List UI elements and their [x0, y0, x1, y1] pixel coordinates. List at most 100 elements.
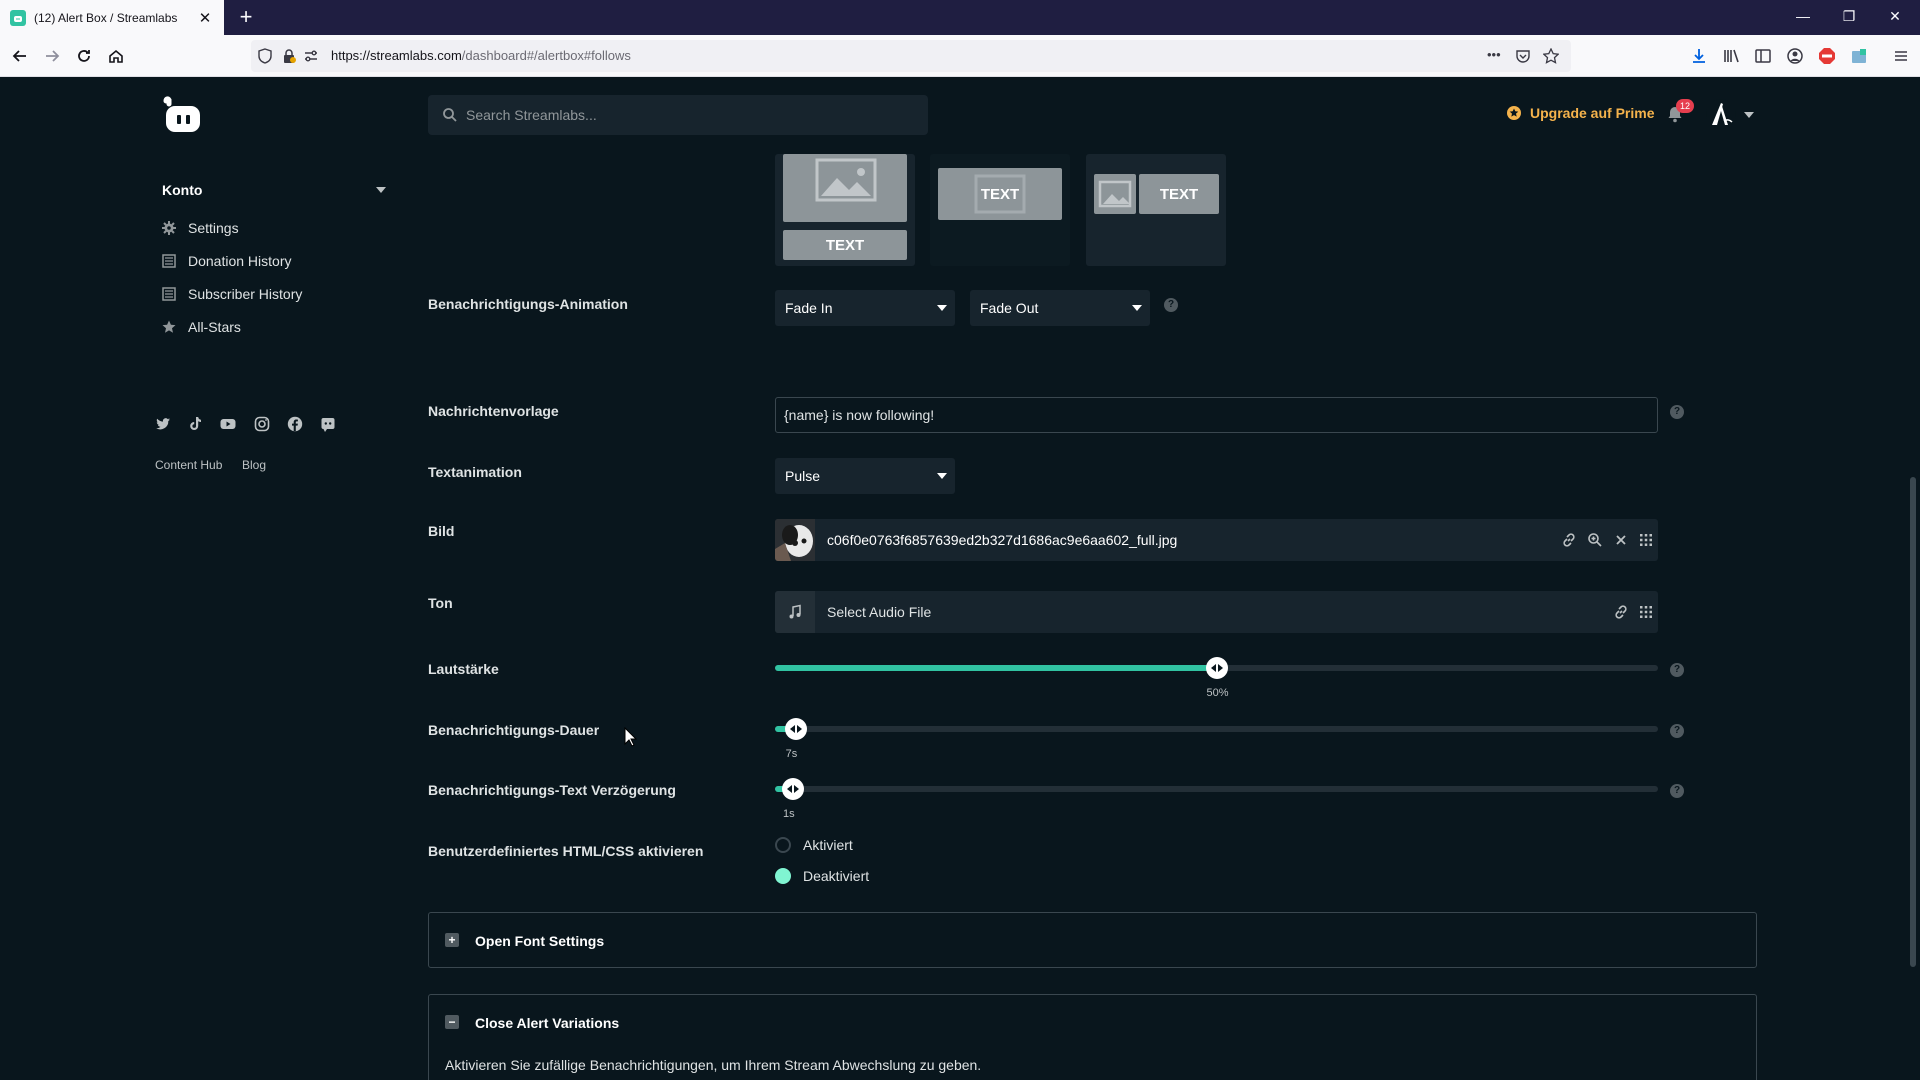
duration-slider-handle[interactable]: [784, 718, 807, 740]
help-icon[interactable]: ?: [1670, 784, 1684, 798]
volume-slider-handle[interactable]: [1205, 657, 1228, 679]
back-arrow-icon: [12, 50, 26, 62]
custom-html-label: Benutzerdefiniertes HTML/CSS aktivieren: [428, 843, 704, 859]
volume-value: 50%: [1206, 687, 1229, 699]
url-text[interactable]: https://streamlabs.com/dashboard#/alertb…: [331, 48, 631, 63]
close-window-button[interactable]: ✕: [1872, 0, 1918, 35]
text-animation-value: Pulse: [785, 468, 821, 484]
tab-close-icon[interactable]: ✕: [196, 9, 214, 27]
sidebar-section-konto[interactable]: Konto: [162, 182, 386, 198]
image-thumbnail: [775, 519, 815, 561]
page-scrollbar[interactable]: [1910, 477, 1916, 967]
chevron-down-icon[interactable]: [1744, 112, 1754, 118]
custom-html-radio-enabled[interactable]: Aktiviert: [775, 837, 853, 853]
help-icon[interactable]: ?: [1670, 405, 1684, 419]
streamlabs-logo-icon[interactable]: [160, 93, 204, 137]
audio-file-placeholder: Select Audio File: [827, 604, 932, 620]
help-icon[interactable]: ?: [1164, 298, 1178, 312]
duration-slider[interactable]: 7s: [775, 718, 1658, 760]
account-icon[interactable]: [1786, 47, 1804, 65]
layout-option-text-over-image[interactable]: TEXT: [930, 154, 1070, 266]
upgrade-prime-button[interactable]: Upgrade auf Prime: [1506, 105, 1654, 121]
forward-button[interactable]: [38, 42, 66, 70]
sidebar-item-all-stars[interactable]: All-Stars: [162, 319, 241, 335]
extension-icon[interactable]: [1850, 47, 1868, 65]
home-button[interactable]: [102, 42, 130, 70]
youtube-icon[interactable]: [220, 416, 236, 432]
reload-button[interactable]: [70, 42, 98, 70]
zoom-in-icon[interactable]: [1587, 532, 1603, 548]
grid-icon[interactable]: [1638, 532, 1654, 548]
chevron-down-icon: [1132, 305, 1142, 311]
image-file-selector[interactable]: c06f0e0763f6857639ed2b327d1686ac9e6aa602…: [775, 519, 1658, 561]
browser-nav-bar: https://streamlabs.com/dashboard#/alertb…: [0, 35, 1920, 77]
pocket-icon[interactable]: [1515, 48, 1531, 64]
page-actions-menu-icon[interactable]: •••: [1487, 47, 1501, 62]
layout-text-label: TEXT: [1139, 174, 1219, 214]
alert-variations-title[interactable]: Close Alert Variations: [475, 1015, 619, 1031]
text-animation-select[interactable]: Pulse: [775, 458, 955, 494]
layout-option-image-above-text[interactable]: TEXT: [775, 154, 915, 266]
close-icon[interactable]: [1613, 532, 1629, 548]
text-delay-slider[interactable]: 1s: [775, 778, 1658, 820]
font-settings-title[interactable]: Open Font Settings: [475, 933, 604, 949]
discord-icon[interactable]: [320, 416, 336, 432]
hamburger-menu-icon[interactable]: [1892, 47, 1910, 65]
font-settings-panel[interactable]: + Open Font Settings: [428, 912, 1757, 968]
url-host: https://streamlabs.com: [331, 48, 462, 63]
restore-button[interactable]: ❐: [1826, 0, 1872, 35]
facebook-icon[interactable]: [287, 416, 303, 432]
help-icon[interactable]: ?: [1670, 663, 1684, 677]
layout-option-image-beside-text[interactable]: TEXT: [1086, 154, 1226, 266]
forward-arrow-icon: [46, 50, 60, 62]
browser-tab-active[interactable]: (12) Alert Box / Streamlabs ✕: [0, 0, 224, 35]
audio-file-selector[interactable]: Select Audio File: [775, 591, 1658, 633]
text-delay-label: Benachrichtigungs-Text Verzögerung: [428, 782, 676, 798]
url-bar[interactable]: https://streamlabs.com/dashboard#/alertb…: [251, 40, 1571, 72]
minimize-button[interactable]: —: [1780, 0, 1826, 35]
star-icon: [162, 320, 176, 334]
adblock-extension-icon[interactable]: [1818, 47, 1836, 65]
custom-html-radio-disabled[interactable]: Deaktiviert: [775, 868, 869, 884]
link-icon[interactable]: [1613, 604, 1629, 620]
sidebar-item-label: Subscriber History: [188, 286, 303, 302]
sidebar-item-label: All-Stars: [188, 319, 241, 335]
tiktok-icon[interactable]: [187, 416, 203, 432]
grid-icon[interactable]: [1638, 604, 1654, 620]
radio-label: Deaktiviert: [803, 868, 870, 884]
message-template-input[interactable]: [775, 397, 1658, 433]
library-icon[interactable]: [1722, 47, 1740, 65]
expand-plus-icon[interactable]: +: [445, 933, 459, 947]
avatar[interactable]: [1706, 99, 1736, 129]
bookmark-star-icon[interactable]: [1543, 48, 1559, 64]
help-icon[interactable]: ?: [1670, 724, 1684, 738]
shield-icon[interactable]: [257, 48, 273, 64]
animation-in-select[interactable]: Fade In: [775, 290, 955, 326]
sidebar-toggle-icon[interactable]: [1754, 47, 1772, 65]
footer-link-content-hub[interactable]: Content Hub: [155, 458, 222, 472]
instagram-icon[interactable]: [254, 416, 270, 432]
back-button[interactable]: [6, 42, 34, 70]
twitter-icon[interactable]: [155, 416, 171, 432]
download-icon[interactable]: [1690, 47, 1708, 65]
search-input[interactable]: [466, 95, 906, 135]
lock-icon[interactable]: [281, 48, 297, 64]
new-tab-button[interactable]: +: [232, 4, 260, 32]
link-icon[interactable]: [1561, 532, 1577, 548]
search-box[interactable]: [428, 95, 928, 135]
gear-icon: [162, 221, 176, 235]
image-placeholder-icon: [1094, 174, 1136, 214]
sidebar-item-donation-history[interactable]: Donation History: [162, 253, 292, 269]
sidebar-item-subscriber-history[interactable]: Subscriber History: [162, 286, 302, 302]
animation-out-select[interactable]: Fade Out: [970, 290, 1150, 326]
text-delay-slider-handle[interactable]: [782, 778, 804, 800]
sidebar-item-settings[interactable]: Settings: [162, 220, 239, 236]
volume-label: Lautstärke: [428, 661, 499, 677]
footer-link-blog[interactable]: Blog: [242, 458, 266, 472]
permissions-icon[interactable]: [303, 48, 319, 64]
chevron-down-icon: [937, 305, 947, 311]
volume-slider[interactable]: 50%: [775, 657, 1658, 699]
browser-tab-bar: (12) Alert Box / Streamlabs ✕ + — ❐ ✕: [0, 0, 1920, 35]
list-icon: [162, 254, 176, 268]
collapse-minus-icon[interactable]: −: [445, 1015, 459, 1029]
